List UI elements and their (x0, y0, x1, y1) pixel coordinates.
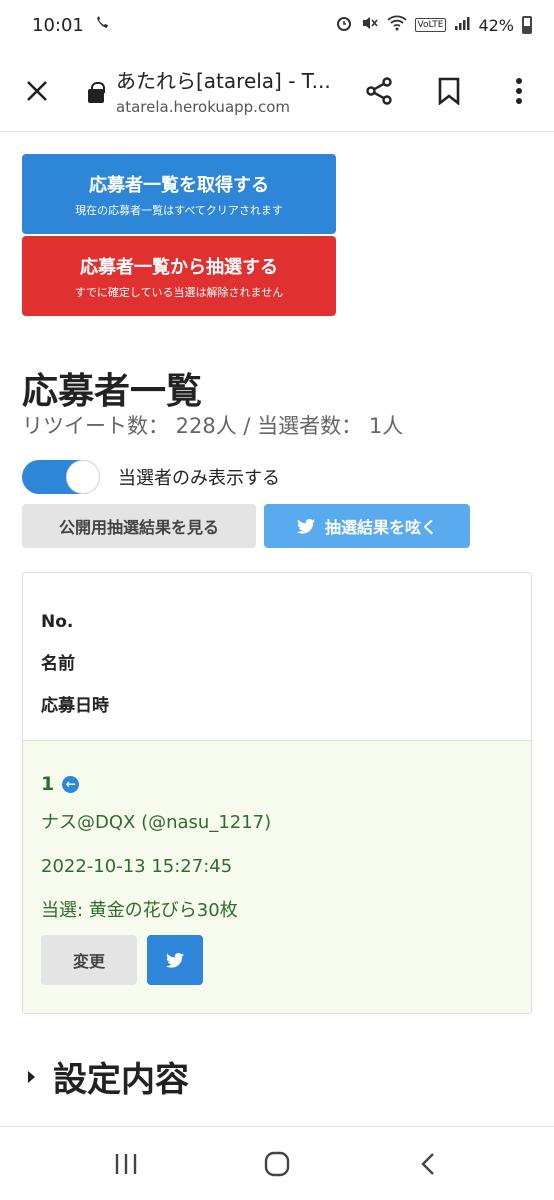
bookmark-icon (438, 77, 460, 105)
close-tab-button[interactable] (0, 50, 74, 132)
battery-percent: 42% (478, 15, 514, 35)
signal-icon (454, 15, 470, 35)
bookmark-button[interactable] (414, 50, 484, 132)
recent-apps-icon (115, 1153, 136, 1174)
result-buttons: 公開用抽選結果を見る 抽選結果を呟く (22, 504, 470, 548)
row-number: 1 ← (41, 767, 513, 801)
draw-button-title: 応募者一覧から抽選する (80, 256, 278, 278)
tweet-winner-button[interactable] (147, 935, 203, 985)
home-button[interactable] (237, 1134, 317, 1194)
toggle-knob (66, 460, 100, 494)
fetch-button-title: 応募者一覧を取得する (89, 174, 269, 196)
row-number-value: 1 (41, 773, 55, 795)
applicants-table: No. 名前 応募日時 1 ← ナス@DQX (@nasu_1217) 2022… (22, 572, 532, 1014)
row-prize: 当選: 黄金の花びら30枚 (41, 900, 238, 921)
header-date: 応募日時 (41, 696, 109, 716)
share-icon (366, 76, 392, 105)
more-options-button[interactable] (484, 50, 554, 132)
tweet-results-button[interactable]: 抽選結果を呟く (264, 504, 470, 548)
status-left: 10:01 (32, 15, 110, 36)
browser-url: atarela.herokuapp.com (116, 98, 290, 116)
status-right: VoLTE 42% (335, 14, 532, 36)
change-button[interactable]: 変更 (41, 935, 137, 985)
browser-page-title: あたれら[atarela] - T... (116, 69, 331, 93)
close-icon (27, 80, 47, 101)
header-number: No. (41, 612, 74, 632)
lte-badge: VoLTE (414, 18, 447, 32)
winners-only-toggle[interactable] (22, 460, 100, 494)
header-name: 名前 (41, 654, 75, 674)
recent-apps-button[interactable] (86, 1134, 166, 1194)
applicant-counts: リツイート数： 228人 / 当選者数： 1人 (22, 414, 404, 438)
settings-section-toggle[interactable]: 設定内容 (28, 1052, 189, 1101)
mute-icon (361, 14, 379, 36)
row-name[interactable]: ナス@DQX (@nasu_1217) (41, 801, 513, 845)
wifi-icon (386, 15, 407, 35)
alarm-icon (335, 14, 353, 36)
change-button-label: 変更 (72, 952, 105, 971)
view-public-results-button[interactable]: 公開用抽選結果を見る (22, 504, 256, 548)
table-row: 1 ← ナス@DQX (@nasu_1217) 2022-10-13 15:27… (23, 741, 531, 1013)
status-bar: 10:01 VoLTE 42% (0, 0, 554, 50)
draw-lottery-button[interactable]: 応募者一覧から抽選する すでに確定している当選は解除されません (22, 236, 336, 316)
fetch-button-subtitle: 現在の応募者一覧はすべてクリアされます (75, 203, 283, 217)
settings-title: 設定内容 (53, 1060, 189, 1100)
disclosure-triangle-icon (28, 1070, 35, 1083)
fetch-applicants-button[interactable]: 応募者一覧を取得する 現在の応募者一覧はすべてクリアされます (22, 154, 336, 234)
winners-only-toggle-row: 当選者のみ表示する (22, 460, 280, 494)
lock-icon (88, 82, 105, 103)
row-actions: 変更 (41, 935, 513, 985)
status-time: 10:01 (32, 14, 84, 36)
view-public-results-label: 公開用抽選結果を見る (58, 518, 219, 537)
applicants-title: 応募者一覧 (22, 371, 203, 412)
url-box[interactable]: あたれら[atarela] - T... atarela.herokuapp.c… (74, 65, 344, 116)
browser-toolbar: あたれら[atarela] - T... atarela.herokuapp.c… (0, 50, 554, 132)
more-vert-icon (516, 77, 522, 104)
tweet-results-label: 抽選結果を呟く (324, 518, 437, 537)
share-button[interactable] (344, 50, 414, 132)
winners-only-label: 当選者のみ表示する (118, 468, 280, 489)
back-icon (421, 1152, 435, 1175)
twitter-bird-icon (166, 952, 184, 968)
battery-icon (522, 16, 532, 34)
row-date: 2022-10-13 15:27:45 (41, 856, 233, 877)
browser-actions (344, 50, 554, 132)
call-forward-icon (94, 15, 110, 35)
arrow-left-icon: ← (62, 775, 80, 793)
home-icon (264, 1151, 290, 1176)
system-nav-bar (0, 1126, 554, 1200)
table-header: No. 名前 応募日時 (23, 573, 531, 741)
twitter-bird-icon (296, 518, 315, 534)
back-button[interactable] (388, 1134, 468, 1194)
draw-button-subtitle: すでに確定している当選は解除されません (74, 285, 284, 299)
